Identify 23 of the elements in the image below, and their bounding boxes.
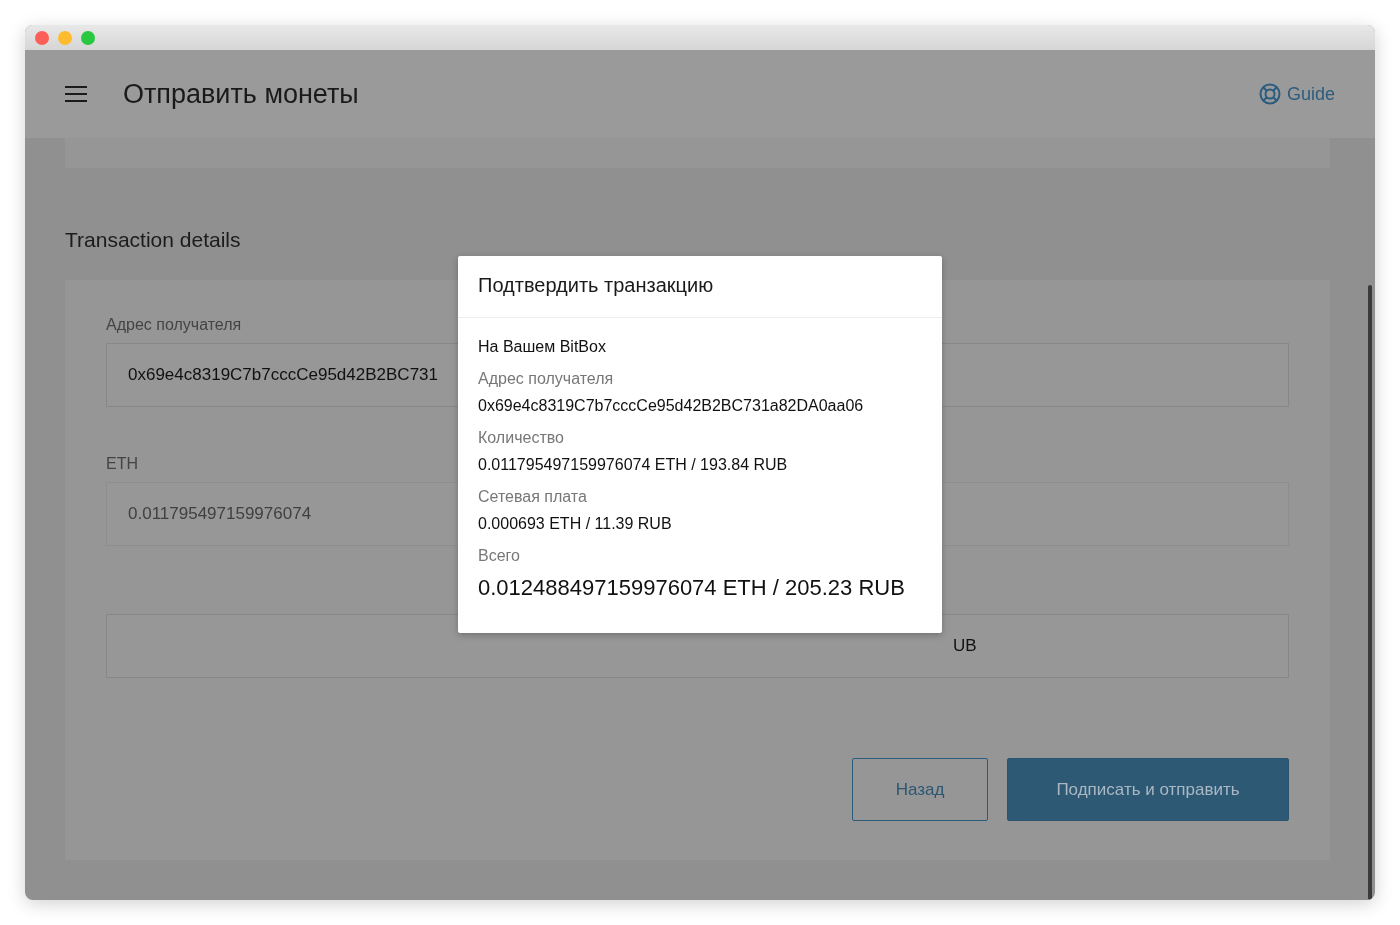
sign-send-button[interactable]: Подписать и отправить: [1007, 758, 1289, 821]
detail-value: 0.000693 ETH / 11.39 RUB: [478, 515, 673, 533]
detail-value: 0x69e4c8319C7b7cccCe95d42B2BC731a82DA0aa06: [478, 397, 865, 415]
total-value: 0.012488497159976074 ETH / 205.23 RUB: [478, 574, 906, 602]
menu-icon[interactable]: [65, 86, 87, 102]
section-title: Transaction details: [65, 228, 242, 252]
dialog-title: Подтвердить транзакцию: [458, 256, 942, 318]
field-label: Адрес получателя: [106, 316, 242, 334]
device-text: На Вашем BitBox: [478, 338, 607, 356]
total-label: Всего: [478, 547, 521, 565]
detail-value: 0.011795497159976074 ETH / 193.84 RUB: [478, 456, 789, 474]
lifebuoy-icon: [1258, 83, 1281, 105]
detail-label: Количество: [478, 429, 565, 447]
close-icon[interactable]: [35, 30, 49, 45]
detail-label: Сетевая плата: [478, 488, 588, 506]
zoom-icon[interactable]: [81, 30, 95, 45]
scrollbar[interactable]: [1368, 285, 1372, 900]
field-label: ETH: [106, 455, 138, 473]
page-title: Отправить монеты: [123, 78, 360, 110]
back-button[interactable]: Назад: [852, 758, 988, 821]
guide-link[interactable]: Guide: [1258, 83, 1335, 105]
detail-label: Адрес получателя: [478, 370, 615, 388]
minimize-icon[interactable]: [58, 30, 72, 45]
